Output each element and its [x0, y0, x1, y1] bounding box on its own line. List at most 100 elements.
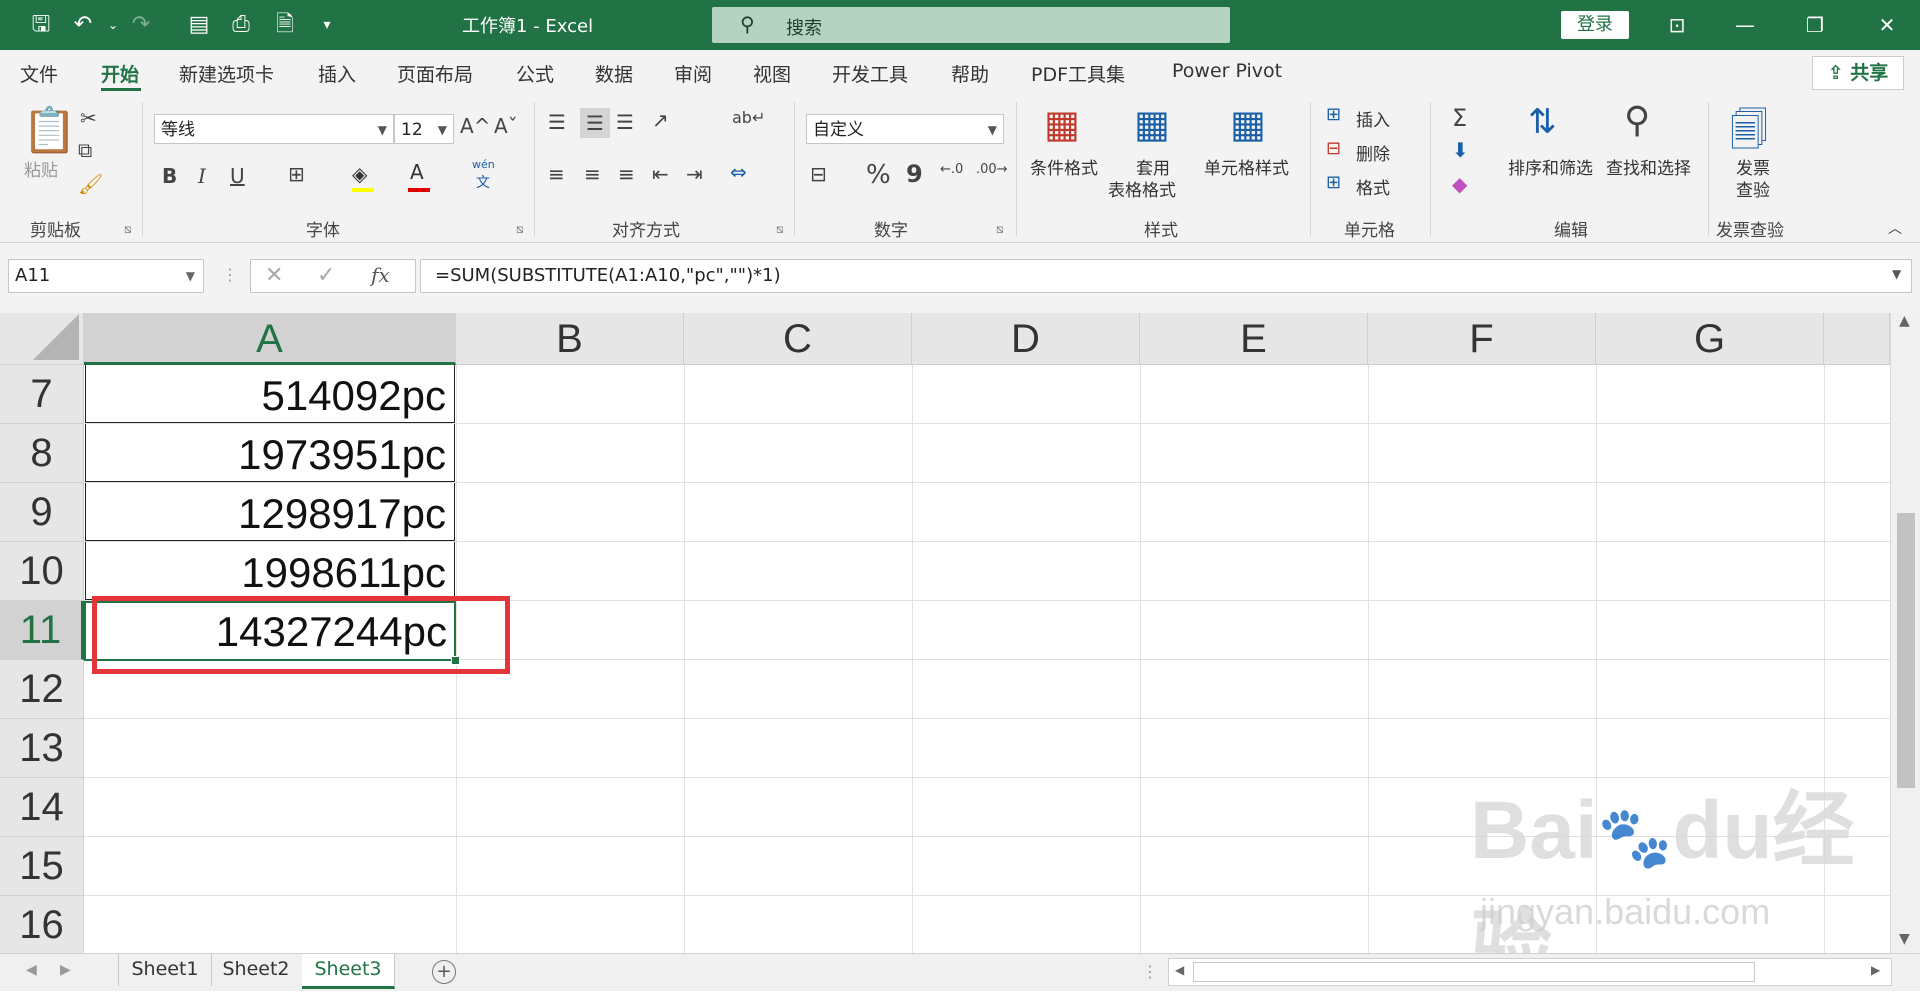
cell-styles-label[interactable]: 单元格样式 [1204, 154, 1289, 179]
cell-a8[interactable]: 1973951pc [85, 424, 455, 482]
cancel-icon[interactable]: ✕ [265, 263, 283, 288]
tab-home[interactable]: 开始 [101, 60, 139, 87]
vertical-scrollbar[interactable]: ▲ ▼ [1890, 313, 1920, 953]
undo-icon[interactable]: ↶ [68, 10, 98, 40]
cut-icon[interactable]: ✂ [80, 106, 97, 130]
phonetic-bottom[interactable]: 文 [476, 172, 490, 192]
scroll-up-icon[interactable]: ▲ [1899, 313, 1910, 329]
alignment-launcher-icon[interactable]: ⧅ [776, 222, 784, 237]
column-header-d[interactable]: D [912, 313, 1140, 365]
customize-qat-icon[interactable]: ▾ [312, 10, 342, 40]
scroll-down-icon[interactable]: ▼ [1899, 931, 1910, 947]
column-header-e[interactable]: E [1140, 313, 1368, 365]
collapse-ribbon-icon[interactable]: ︿ [1888, 218, 1902, 238]
delete-cells-icon[interactable]: ⊟ [1326, 138, 1341, 159]
column-header-a[interactable]: A [84, 313, 456, 365]
prev-sheet-icon[interactable]: ◀ [26, 962, 37, 978]
bold-button[interactable]: B [162, 164, 177, 188]
borders-icon[interactable]: ⊞ [288, 162, 305, 186]
decrease-decimal-icon[interactable]: .00→ [976, 162, 1008, 177]
percent-style-button[interactable]: % [866, 160, 891, 190]
insert-function-icon[interactable]: fx [371, 263, 390, 287]
wrap-text-icon[interactable]: ab↵ [732, 108, 765, 127]
undo-dropdown-icon[interactable]: ⌄ [98, 10, 128, 40]
autosum-icon[interactable]: Σ [1452, 104, 1467, 132]
column-header-h[interactable] [1824, 313, 1890, 365]
find-select-label[interactable]: 查找和选择 [1606, 154, 1691, 179]
tab-help[interactable]: 帮助 [951, 60, 989, 87]
vertical-scroll-thumb[interactable] [1897, 513, 1915, 788]
close-icon[interactable]: ✕ [1862, 8, 1912, 42]
conditional-formatting-label[interactable]: 条件格式 [1030, 154, 1098, 179]
share-button[interactable]: ⇪ 共享 [1812, 56, 1904, 90]
restore-icon[interactable]: ❐ [1790, 8, 1840, 42]
align-top-icon[interactable]: ☰ [548, 110, 566, 134]
horizontal-scrollbar[interactable]: ◀ ▶ [1168, 958, 1892, 986]
column-header-c[interactable]: C [684, 313, 912, 365]
print-preview-icon[interactable]: ⎙ [226, 10, 256, 40]
conditional-formatting-icon[interactable]: ▦ [1044, 102, 1080, 146]
decrease-font-icon[interactable]: Aˇ [494, 114, 518, 138]
sheet-tab-sheet1[interactable]: Sheet1 [118, 954, 212, 986]
row-header[interactable]: 8 [0, 424, 84, 483]
row-header[interactable]: 11 [0, 601, 84, 660]
insert-cells-icon[interactable]: ⊞ [1326, 104, 1341, 125]
expand-formula-icon[interactable]: ▼ [1892, 267, 1901, 281]
phonetic-top[interactable]: wén [472, 158, 495, 171]
find-select-icon[interactable]: ⚲ [1624, 100, 1650, 141]
row-header[interactable]: 13 [0, 719, 84, 778]
cell-a7[interactable]: 514092pc [85, 365, 455, 423]
format-cells-icon[interactable]: ⊞ [1326, 172, 1341, 193]
row-header[interactable]: 12 [0, 660, 84, 719]
format-as-table-label-2[interactable]: 表格格式 [1108, 176, 1176, 201]
font-name-select[interactable]: 等线 ▼ [154, 114, 394, 144]
font-color-icon[interactable]: A [410, 160, 424, 184]
sheet-tab-sheet2[interactable]: Sheet2 [210, 954, 303, 986]
accounting-format-icon[interactable]: ⊟ [810, 162, 827, 186]
next-sheet-icon[interactable]: ▶ [60, 962, 71, 978]
orientation-icon[interactable]: ↗ [652, 108, 669, 132]
merge-center-icon[interactable]: ⇔ [730, 160, 747, 184]
decrease-indent-icon[interactable]: ⇤ [652, 162, 669, 186]
insert-cells-label[interactable]: 插入 [1356, 106, 1390, 131]
font-launcher-icon[interactable]: ⧅ [516, 222, 524, 237]
tab-insert[interactable]: 插入 [318, 60, 356, 87]
align-left-icon[interactable]: ≡ [548, 162, 565, 186]
redo-icon[interactable]: ↷ [126, 10, 156, 40]
row-header[interactable]: 7 [0, 365, 84, 424]
paste-icon[interactable]: 📋 [22, 104, 77, 156]
number-format-select[interactable]: 自定义 ▼ [806, 114, 1004, 144]
search-box[interactable]: ⚲ 搜索 [712, 7, 1230, 43]
minimize-icon[interactable]: — [1720, 8, 1770, 42]
number-launcher-icon[interactable]: ⧅ [996, 222, 1004, 237]
invoice-label-2[interactable]: 查验 [1736, 176, 1770, 201]
paste-label[interactable]: 粘贴 [24, 156, 58, 181]
cell-a10[interactable]: 1998611pc [85, 542, 455, 600]
comma-style-button[interactable]: 9 [906, 160, 923, 188]
format-as-table-icon[interactable]: ▦ [1134, 102, 1170, 146]
document-icon[interactable]: 🗎 [270, 10, 300, 40]
clear-icon[interactable]: ◆ [1452, 172, 1467, 196]
tab-data[interactable]: 数据 [595, 60, 633, 87]
delete-cells-label[interactable]: 删除 [1356, 140, 1390, 165]
align-center-icon[interactable]: ≡ [584, 162, 601, 186]
row-header[interactable]: 14 [0, 778, 84, 837]
form-icon[interactable]: ▤ [184, 10, 214, 40]
tab-formulas[interactable]: 公式 [516, 60, 554, 87]
tab-new-tab[interactable]: 新建选项卡 [179, 60, 274, 87]
row-header[interactable]: 9 [0, 483, 84, 542]
cell-styles-icon[interactable]: ▦ [1230, 102, 1266, 146]
row-header[interactable]: 10 [0, 542, 84, 601]
horizontal-scroll-thumb[interactable] [1193, 962, 1755, 982]
tab-review[interactable]: 审阅 [674, 60, 712, 87]
tab-view[interactable]: 视图 [753, 60, 791, 87]
tab-file[interactable]: 文件 [20, 60, 58, 87]
enter-icon[interactable]: ✓ [317, 263, 335, 288]
cell-a9[interactable]: 1298917pc [85, 483, 455, 541]
worksheet-grid[interactable]: A B C D E F G 7 8 9 10 11 12 13 14 15 16… [0, 313, 1920, 995]
align-right-icon[interactable]: ≡ [618, 162, 635, 186]
row-header[interactable]: 16 [0, 896, 84, 955]
tab-page-layout[interactable]: 页面布局 [397, 60, 473, 87]
sort-filter-icon[interactable]: ⇅ [1528, 102, 1557, 142]
sheet-tab-sheet3[interactable]: Sheet3 [302, 954, 395, 989]
